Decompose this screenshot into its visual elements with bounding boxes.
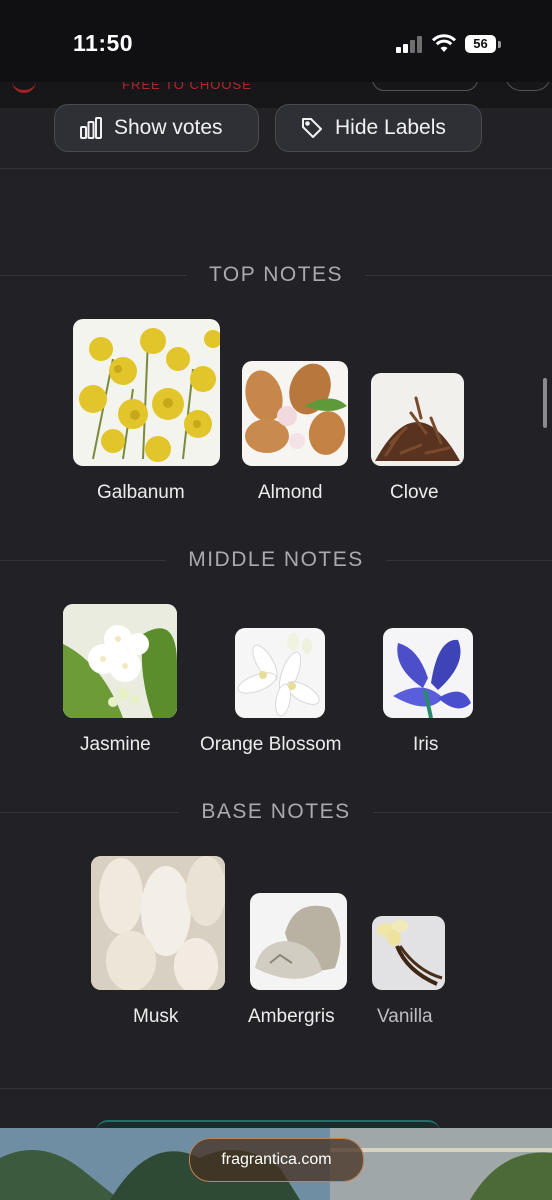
divider (0, 1088, 552, 1089)
iris-image (383, 628, 473, 718)
wifi-icon (431, 34, 457, 52)
show-votes-button[interactable]: Show votes (54, 104, 259, 152)
musk-image (91, 856, 225, 990)
section-title-base-notes: BASE NOTES (0, 794, 552, 829)
note-label: Iris (413, 734, 439, 755)
almond-image (242, 361, 348, 466)
site-url-pill[interactable]: fragrantica.com (189, 1138, 364, 1182)
clock: 11:50 (73, 30, 134, 56)
divider (0, 168, 552, 169)
status-bar: 11:50 56 (0, 0, 552, 82)
bar-chart-icon (80, 117, 102, 139)
clove-image (371, 373, 464, 466)
note-label: Clove (390, 482, 439, 503)
orange-blossom-image (235, 628, 325, 718)
jasmine-image (63, 604, 177, 718)
note-label: Orange Blossom (200, 734, 342, 755)
note-label: Vanilla (377, 1006, 433, 1027)
show-votes-label: Show votes (114, 116, 223, 139)
tag-icon (302, 118, 322, 138)
cellular-signal-icon (396, 36, 424, 53)
vanilla-image (372, 916, 445, 990)
hide-labels-label: Hide Labels (335, 116, 446, 139)
scrollbar[interactable] (543, 378, 547, 428)
note-label: Almond (258, 482, 323, 503)
note-label: Galbanum (97, 482, 185, 503)
hide-labels-button[interactable]: Hide Labels (275, 104, 482, 152)
battery-icon: 56 (465, 35, 496, 53)
section-title-middle-notes: MIDDLE NOTES (0, 542, 552, 577)
section-title-top-notes: TOP NOTES (0, 257, 552, 292)
ambergris-image (250, 893, 347, 990)
note-label: Jasmine (80, 734, 151, 755)
note-label: Ambergris (248, 1006, 335, 1027)
galbanum-image (73, 319, 220, 466)
note-label: Musk (133, 1006, 179, 1027)
